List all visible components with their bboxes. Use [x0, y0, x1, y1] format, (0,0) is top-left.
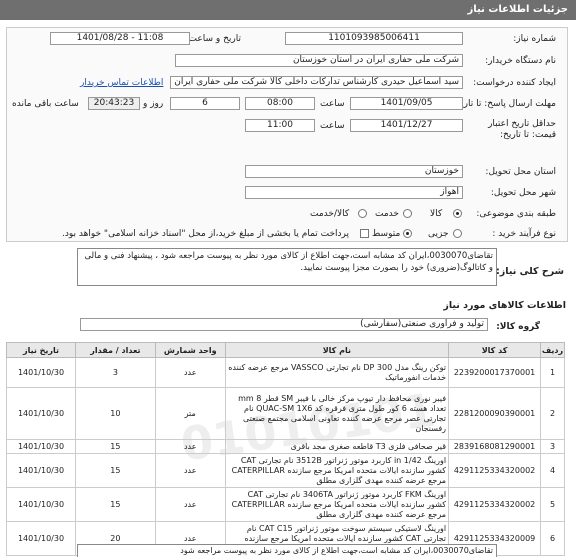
reply-deadline-label: مهلت ارسال پاسخ: تا تاریخ:	[452, 99, 556, 109]
item-qty: 3	[74, 357, 156, 388]
item-name: اورینگ 1/42 in کاربرد موتور ژنراتور 3512…	[224, 453, 450, 488]
item-code: 2839168081290001	[448, 439, 542, 454]
price-time-field: 11:00	[245, 119, 315, 132]
reply-time-label: ساعت	[320, 99, 345, 109]
item-date: 1401/10/30	[6, 439, 76, 454]
days-label: روز و	[143, 99, 164, 109]
item-date: 1401/10/30	[6, 487, 76, 522]
row-number: 1	[540, 357, 565, 388]
item-unit: عدد	[154, 453, 226, 488]
category-label: طبقه بندی موضوعی:	[476, 209, 556, 219]
page-header: جزئیات اطلاعات نیاز	[0, 0, 576, 20]
item-qty: 15	[74, 487, 156, 522]
province-field: خوزستان	[245, 165, 463, 178]
column-header: نام کالا	[224, 342, 450, 358]
price-validity-label: حداقل تاریخ اعتبار قیمت: تا تاریخ:	[488, 119, 556, 140]
process-minor-label: جزیی	[428, 229, 449, 239]
column-header: واحد شمارش	[154, 342, 226, 358]
item-name: فیبر نوری محافظ دار تیوپ مرکز خالی با فی…	[224, 387, 450, 440]
contact-buyer-link[interactable]: اطلاعات تماس خریدار	[80, 78, 163, 88]
item-unit: متر	[154, 387, 226, 440]
need-description: تقاضای0030070،ایران کد مشابه است،جهت اطل…	[77, 248, 497, 286]
process-medium-label: متوسط	[372, 229, 401, 239]
reply-time-field: 08:00	[245, 97, 315, 110]
category-service-label: خدمت	[375, 209, 399, 219]
item-date: 1401/10/30	[6, 521, 76, 556]
item-name: اورینگ FKM کاربرد موتور ژنراتور 3406TA ن…	[224, 487, 450, 522]
days-field: 6	[170, 97, 240, 110]
item-code: 2281200090390001	[448, 387, 542, 440]
goods-group-field: تولید و فرآوری صنعتی(سفارشی)	[80, 318, 488, 331]
table-row[interactable]: 3 2839168081290001 قیر صحافی فلزی T3 قاط…	[6, 439, 565, 454]
item-qty: 10	[74, 387, 156, 440]
item-name: قیر صحافی فلزی T3 قاطعه صغری مجد باقری	[224, 439, 450, 454]
row-number: 5	[540, 487, 565, 522]
row-number: 6	[540, 521, 565, 556]
page-title: جزئیات اطلاعات نیاز	[467, 4, 568, 15]
item-code: 4291125334320002	[448, 487, 542, 522]
buyer-label: نام دستگاه خریدار:	[485, 56, 556, 66]
price-date-field: 1401/12/27	[350, 119, 463, 132]
need-description-label: شرح کلی نیاز:	[495, 266, 564, 277]
goods-table: ردیف کد کالا نام کالا واحد شمارش تعداد /…	[6, 342, 565, 556]
announce-field: 1401/08/28 - 11:08	[50, 32, 190, 45]
item-name: توکن رینگ مدل 300 DP نام تجارتی VASSCO م…	[224, 357, 450, 388]
process-minor-radio[interactable]	[453, 229, 462, 238]
column-header: تعداد / مقدار	[74, 342, 156, 358]
province-label: استان محل تحویل:	[485, 167, 556, 177]
row-number: 2	[540, 387, 565, 440]
remaining-time-field: 20:43:23	[88, 97, 140, 110]
category-service-radio[interactable]	[403, 209, 412, 218]
process-medium-radio[interactable]	[403, 229, 412, 238]
city-label: شهر محل تحویل:	[490, 188, 556, 198]
row-number: 4	[540, 453, 565, 488]
category-goods-label: کالا	[430, 209, 443, 219]
need-number-field: 1101093985006411	[285, 32, 463, 45]
reply-date-field: 1401/09/05	[350, 97, 463, 110]
treasury-checkbox[interactable]	[360, 229, 369, 238]
buyer-field: شرکت ملی حفاری ایران در استان خوزستان	[175, 54, 463, 67]
category-mixed-label: کالا/خدمت	[310, 209, 350, 219]
creator-field: سید اسماعیل حیدری کارشناس تدارکات داخلی …	[170, 76, 463, 89]
column-header: تاریخ نیاز	[6, 342, 76, 358]
need-number-label: شماره نیاز:	[513, 34, 556, 44]
category-goods-radio[interactable]	[453, 209, 462, 218]
item-unit: عدد	[154, 439, 226, 454]
row-number: 3	[540, 439, 565, 454]
item-date: 1401/10/30	[6, 453, 76, 488]
item-unit: عدد	[154, 357, 226, 388]
table-row[interactable]: 4 4291125334320002 اورینگ 1/42 in کاربرد…	[6, 453, 565, 488]
process-label: نوع فرآیند خرید :	[492, 229, 556, 239]
table-header-row: ردیف کد کالا نام کالا واحد شمارش تعداد /…	[6, 342, 565, 358]
city-field: اهواز	[245, 186, 463, 199]
payment-note: پرداخت تمام یا بخشی از مبلغ خرید،از محل …	[62, 229, 350, 239]
column-header: کد کالا	[448, 342, 542, 358]
category-mixed-radio[interactable]	[358, 209, 367, 218]
item-date: 1401/10/30	[6, 387, 76, 440]
goods-section-title: اطلاعات کالاهای مورد نیاز	[443, 300, 566, 311]
column-header: ردیف	[540, 342, 565, 358]
table-row[interactable]: 1 2239200017370001 توکن رینگ مدل 300 DP …	[6, 357, 565, 388]
item-qty: 15	[74, 453, 156, 488]
remaining-label: ساعت باقی مانده	[12, 99, 79, 109]
item-date: 1401/10/30	[6, 357, 76, 388]
item-qty: 15	[74, 439, 156, 454]
item-code: 2239200017370001	[448, 357, 542, 388]
table-row[interactable]: 2 2281200090390001 فیبر نوری محافظ دار ت…	[6, 387, 565, 440]
item-unit: عدد	[154, 487, 226, 522]
item-code: 4291125334320002	[448, 453, 542, 488]
goods-group-label: گروه کالا:	[496, 322, 540, 332]
creator-label: ایجاد کننده درخواست:	[473, 78, 556, 88]
table-row[interactable]: 5 4291125334320002 اورینگ FKM کاربرد موت…	[6, 487, 565, 522]
price-time-label: ساعت	[320, 121, 345, 131]
bottom-note: تقاضای0030070،ایران کد مشابه است،جهت اطل…	[77, 544, 497, 557]
